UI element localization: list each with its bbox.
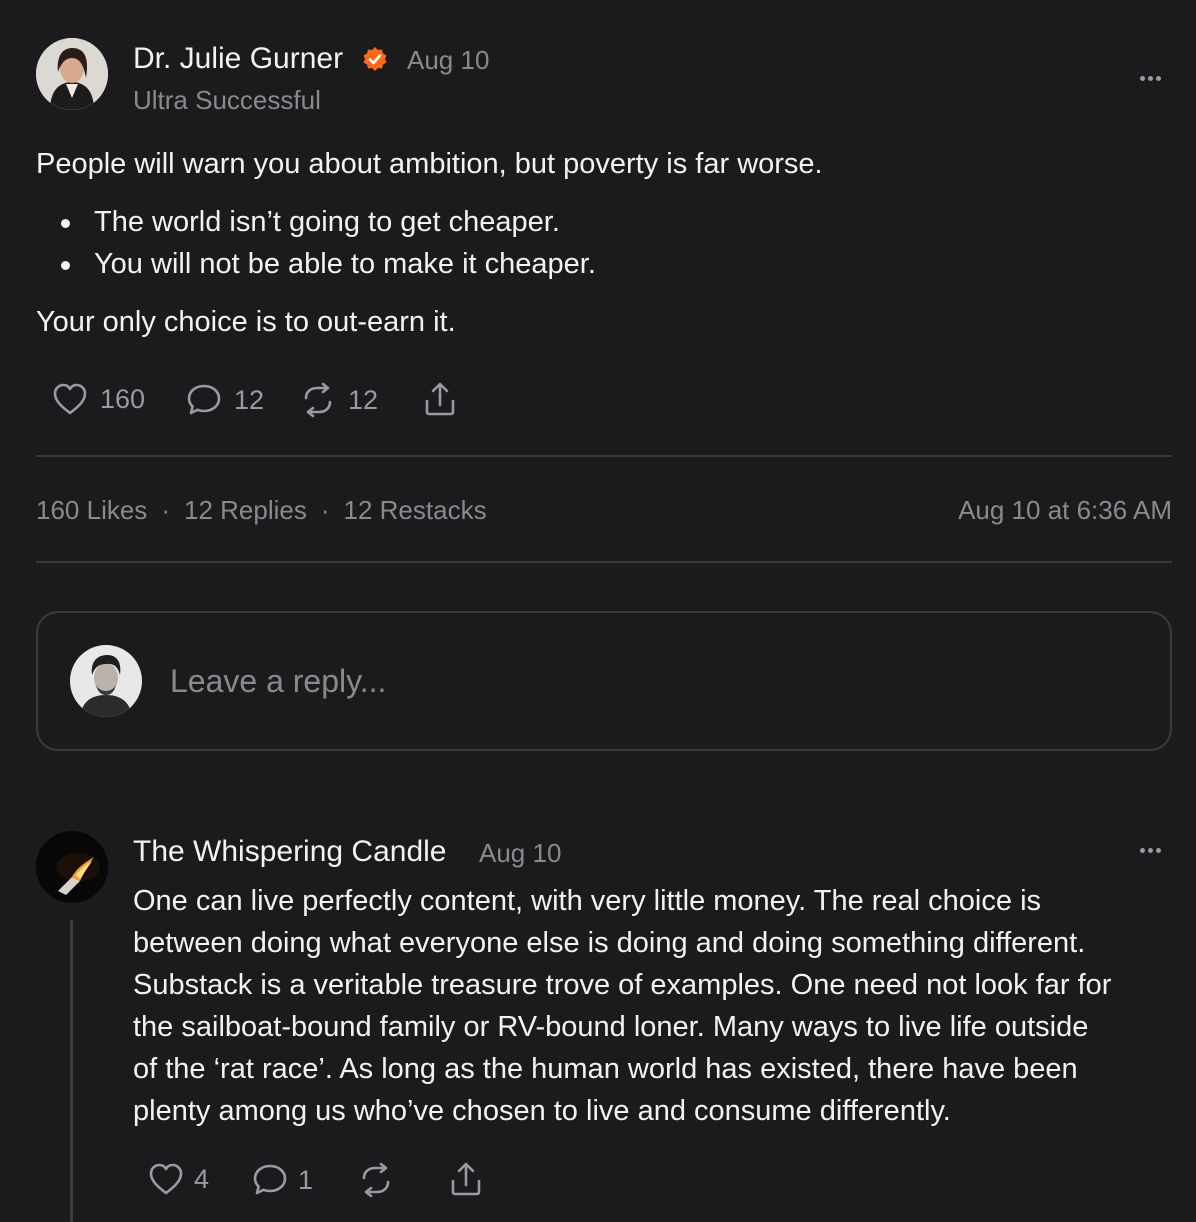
verified-icon (362, 46, 388, 72)
user-avatar (70, 645, 142, 717)
comment-line: plenty among us who’ve chosen to live an… (133, 1095, 951, 1127)
comment-restack-button[interactable] (358, 1162, 394, 1198)
post-closing: Your only choice is to out-earn it. (36, 306, 456, 338)
restack-button[interactable]: 12 (300, 382, 378, 418)
replies-stat[interactable]: 12 Replies (184, 495, 307, 526)
comment-reply-count: 1 (298, 1164, 314, 1195)
restack-icon (304, 382, 332, 418)
post-intro: People will warn you about ambition, but… (36, 148, 823, 180)
stats-row: 160 Likes · 12 Replies · 12 Restacks (36, 495, 487, 526)
more-icon[interactable] (1140, 848, 1161, 853)
divider (36, 455, 1172, 457)
restacks-stat[interactable]: 12 Restacks (344, 495, 487, 526)
publication-name[interactable]: Ultra Successful (133, 85, 321, 116)
comment-line: Substack is a veritable treasure trove o… (133, 969, 1112, 1001)
comment-like-button[interactable]: 4 (148, 1162, 209, 1196)
comment-line: of the ‘rat race’. As long as the human … (133, 1053, 1078, 1085)
post-date: Aug 10 (407, 45, 490, 75)
comment-share-button[interactable] (449, 1161, 483, 1197)
stat-separator: · (320, 495, 330, 525)
restack-count: 12 (348, 384, 379, 415)
comment-line: the sailboat-bound family or RV-bound lo… (133, 1011, 1089, 1043)
restack-icon (362, 1162, 390, 1198)
reply-box[interactable] (36, 611, 1172, 751)
comment-reply-button[interactable]: 1 (252, 1162, 313, 1198)
comment-date: Aug 10 (479, 838, 562, 868)
comment-body: One can live perfectly content, with ver… (133, 880, 1183, 1132)
comment-line: One can live perfectly content, with ver… (133, 885, 1042, 917)
comment-button[interactable]: 12 (186, 382, 264, 418)
post-bullets: The world isn’t going to get cheaper. Yo… (38, 201, 1138, 285)
like-button[interactable]: 160 (52, 382, 145, 416)
thread-line (70, 920, 73, 1222)
comment-icon (253, 1164, 287, 1195)
post-timestamp: Aug 10 at 6:36 AM (958, 495, 1172, 525)
reply-input[interactable] (168, 655, 1072, 707)
comment-icon (187, 384, 221, 415)
heart-icon (149, 1163, 183, 1195)
stat-separator: · (161, 495, 170, 525)
likes-stat[interactable]: 160 Likes (36, 495, 147, 526)
share-button[interactable] (423, 381, 457, 417)
commenter-avatar[interactable] (36, 831, 108, 903)
comment-count: 12 (234, 384, 265, 415)
comment-line: between doing what everyone else is doin… (133, 927, 1086, 959)
share-icon (425, 382, 455, 416)
heart-icon (53, 383, 87, 415)
like-count: 160 (100, 383, 146, 414)
commenter-name[interactable]: The Whispering Candle (133, 835, 447, 869)
bullet-item: You will not be able to make it cheaper. (38, 243, 1138, 285)
author-name[interactable]: Dr. Julie Gurner (133, 42, 343, 76)
divider (36, 561, 1172, 563)
bullet-item: The world isn’t going to get cheaper. (38, 201, 1138, 243)
author-avatar[interactable] (36, 38, 108, 110)
share-icon (451, 1162, 481, 1196)
more-icon[interactable] (1140, 76, 1161, 81)
comment-like-count: 4 (194, 1163, 210, 1194)
